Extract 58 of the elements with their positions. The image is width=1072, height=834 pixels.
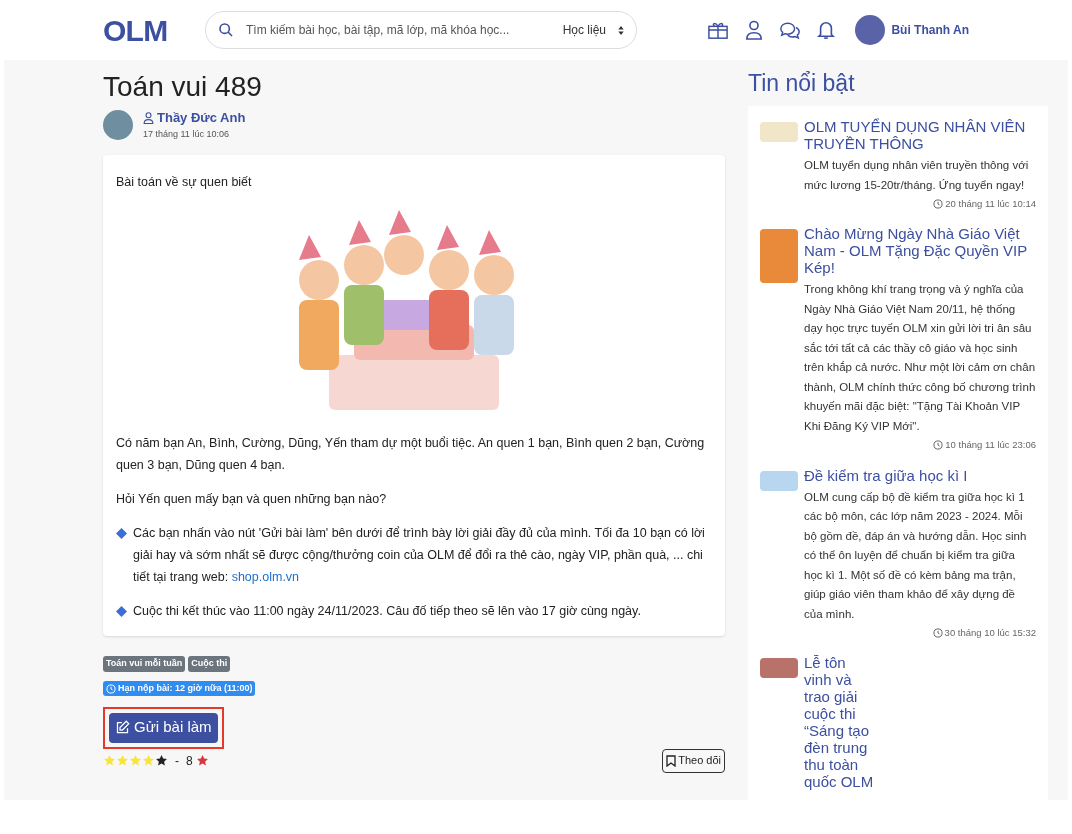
user-icon	[143, 111, 154, 124]
star-icon	[116, 754, 129, 767]
gift-icon[interactable]	[707, 20, 730, 40]
star-icon	[103, 754, 116, 767]
logo[interactable]: OLM	[103, 7, 171, 53]
tag[interactable]: Toán vui mỗi tuần	[103, 656, 186, 672]
problem-text: Hỏi Yến quen mấy bạn và quen những bạn nào?	[116, 491, 388, 508]
user-icon[interactable]	[745, 20, 764, 40]
news-summary: Trong không khí trang trọng và ý nghĩa của Ngày Nhà Giáo Việt Nam 20/11, hệ thống dạy học trực tuyến OLM xin gửi lời tri ân sâu sắc tới tất cả các thầy cô giáo và học sinh trên khắp cả nước. Như một lời cảm ơn chân thành, OLM chính thức công bố chương trình khuyến mãi đặc biệt: "Tặng Tài Khoản VIP Khi Đăng Ký VIP Mới".	[804, 282, 1036, 434]
problem-text: Có năm bạn An, Bình, Cường, Dũng, Yến tham dự một buổi tiệc. An quen 1 bạn, Bình quen 2 bạn, Cường quen 3 bạn, Dũng quen 4 bạn.	[116, 435, 706, 474]
search-icon	[218, 22, 234, 38]
clock-icon	[106, 683, 116, 694]
star-icon	[142, 754, 155, 767]
rule-text: Cuộc thi kết thúc vào 11:00 ngày 24/11/2023. Câu đố tiếp theo sẽ lên vào 17 giờ cùng ngày.	[133, 603, 641, 620]
post-time: 17 tháng 11 lúc 10:06	[143, 127, 230, 141]
shop-link[interactable]: shop.olm.vn	[231, 570, 300, 584]
post-title: Toán vui 489	[103, 70, 263, 104]
clock-icon	[933, 199, 944, 210]
news-summary: OLM tuyển dụng nhân viên truyền thông với mức lương 15-20tr/tháng. Ứng tuyển ngay!	[804, 158, 1030, 193]
author-name[interactable]: Thầy Đức Anh	[143, 108, 246, 128]
news-time: 10 tháng 11 lúc 23:06	[804, 438, 1036, 453]
news-title[interactable]: Chào Mừng Ngày Nhà Giáo Việt Nam - OLM Tặng Đặc Quyền VIP Kép!	[804, 225, 1036, 277]
star-rating[interactable]	[103, 754, 168, 767]
news-heading: Tin nổi bật	[748, 69, 856, 98]
news-thumbnail[interactable]	[760, 470, 798, 491]
tag[interactable]: Cuộc thi	[188, 656, 231, 672]
submit-button[interactable]: Gửi bài làm	[109, 712, 218, 743]
filter-dropdown[interactable]: Học liệu	[562, 21, 606, 39]
rule-text: Các bạn nhấn vào nút 'Gửi bài làm' bên dưới để trình bày lời giải đầy đủ của mình. Tối đa 10 bạn có lời giải hay và sớm nhất sẽ được cộng/thưởng coin của OLM để đổi ra thẻ cào, ngày VIP, phần quà, ... chi tiết tại trang web: shop.olm.vn	[133, 525, 706, 586]
news-time: 20 tháng 11 lúc 10:14	[804, 197, 1036, 212]
clock-icon	[933, 440, 944, 451]
user-name[interactable]: Bùi Thanh An	[891, 21, 969, 39]
news-time: 30 tháng 10 lúc 15:32	[804, 626, 1036, 641]
edit-icon	[115, 720, 130, 735]
news-title[interactable]: Đề kiểm tra giữa học kì I	[804, 466, 1036, 484]
news-thumbnail[interactable]	[760, 229, 798, 284]
bookmark-icon	[666, 754, 677, 767]
avatar[interactable]	[855, 15, 886, 45]
diamond-icon	[116, 606, 127, 617]
sort-caret-icon	[618, 25, 624, 35]
author-avatar	[103, 109, 133, 140]
star-icon	[129, 754, 142, 767]
news-title[interactable]: OLM TUYỂN DỤNG NHÂN VIÊN TRUYỀN THÔNG	[804, 118, 1036, 152]
star-icon	[155, 754, 168, 767]
news-thumbnail[interactable]	[760, 122, 798, 142]
news-thumbnail[interactable]	[760, 658, 798, 679]
diamond-icon	[116, 528, 127, 539]
problem-heading: Bài toán về sự quen biết	[116, 174, 253, 191]
separator: -	[175, 752, 179, 770]
rating-count: 8	[186, 752, 193, 770]
news-summary: OLM cung cấp bộ đề kiểm tra giữa học kì 1 các bộ môn, các lớp năm 2023 - 2024. Mỗi bộ gồm đề, đáp án và hướng dẫn. Học sinh có thể ôn luyện để chuẩn bị kiểm tra giữa học kì 1. Một số đề có kèm bảng ma trận, giúp giáo viên tham khảo để xây dựng đề của mình.	[804, 489, 1028, 622]
clock-icon	[932, 628, 943, 639]
bell-icon[interactable]	[817, 20, 836, 40]
chat-icon[interactable]	[779, 20, 802, 40]
follow-button[interactable]: Theo dõi	[662, 748, 725, 773]
news-title[interactable]: Lễ tôn vinh và trao giải cuộc thi “Sáng tạo đèn trung thu toàn quốc OLM	[804, 654, 874, 791]
deadline-badge: Hạn nộp bài: 12 giờ nữa (11:00)	[103, 680, 256, 697]
star-icon	[195, 754, 209, 767]
